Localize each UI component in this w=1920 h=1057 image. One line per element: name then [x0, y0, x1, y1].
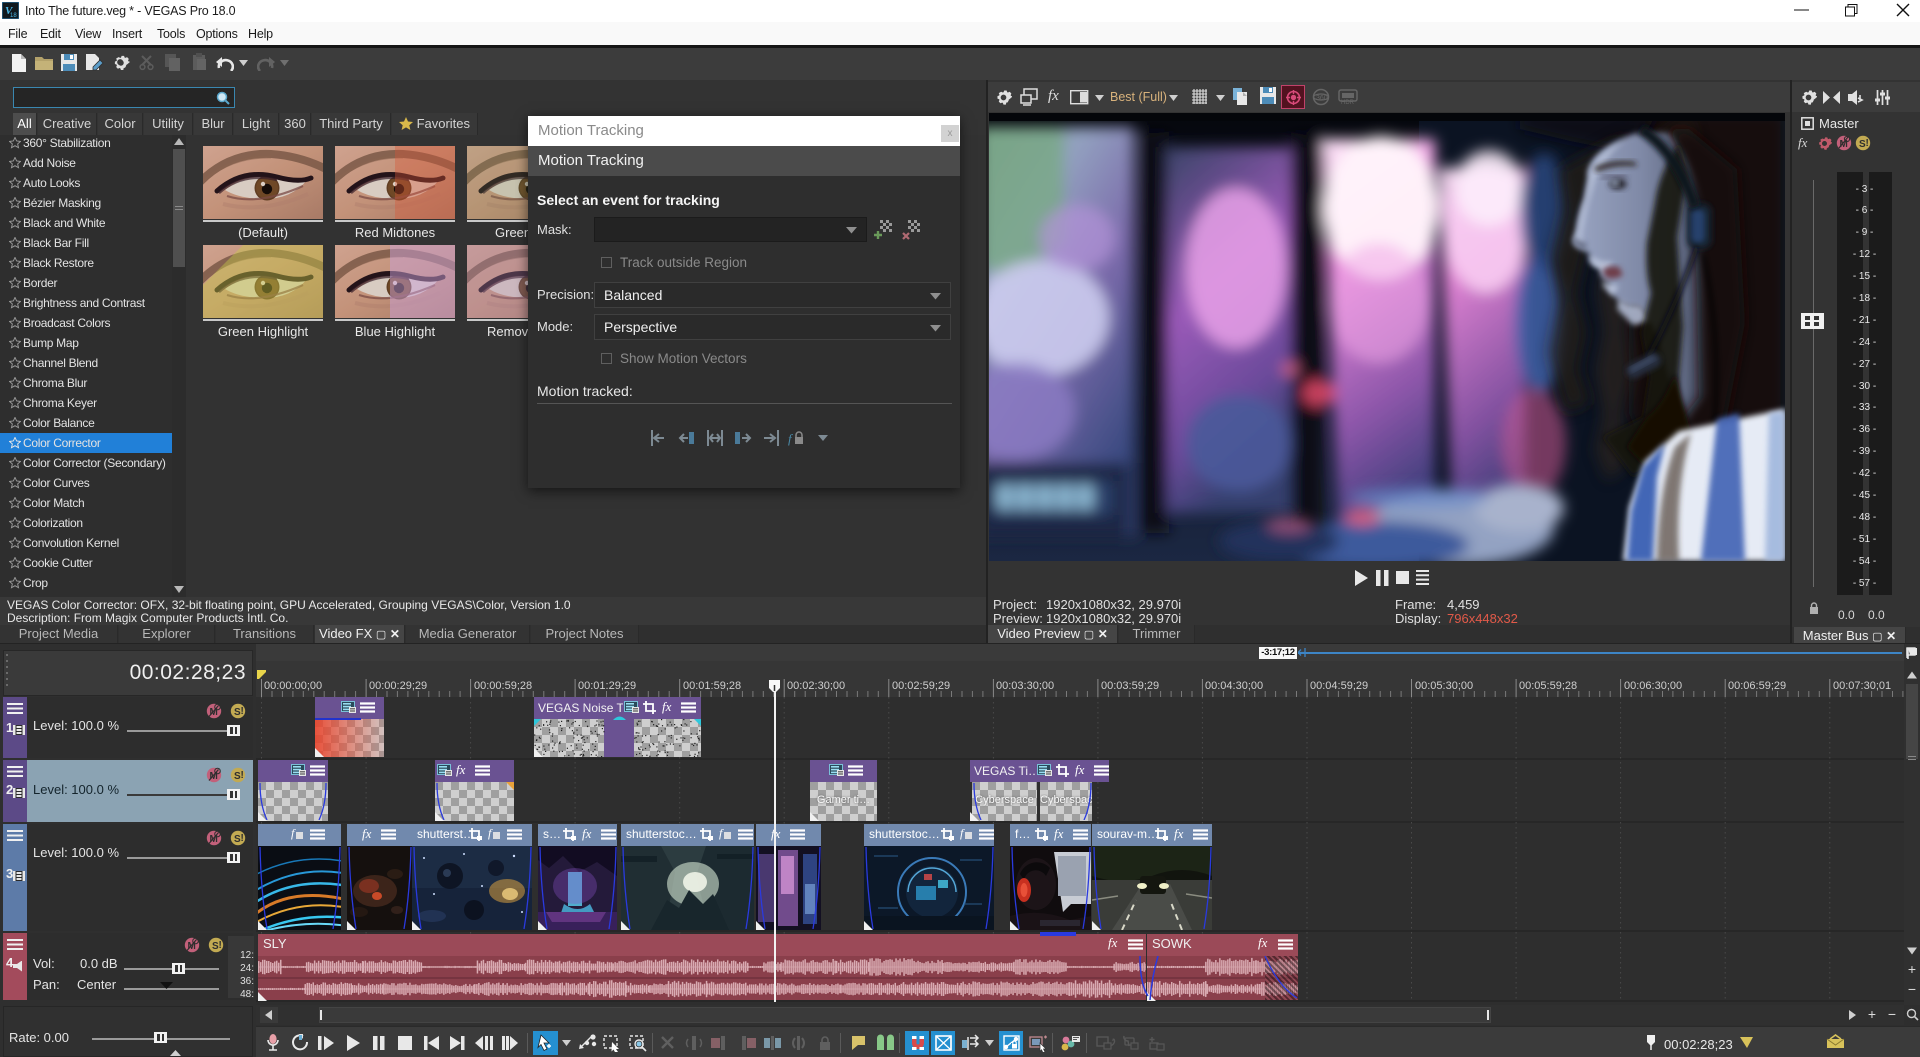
svg-text:M: M	[210, 771, 218, 782]
svg-text:00:03:30;00: 00:03:30;00	[996, 680, 1054, 692]
svg-text:00:02:59;29: 00:02:59;29	[892, 680, 950, 692]
svg-text:HDR: HDR	[1341, 100, 1355, 105]
svg-text:00:01:59;28: 00:01:59;28	[683, 680, 741, 692]
svg-text:M: M	[188, 941, 196, 952]
svg-text:00:04:59;29: 00:04:59;29	[1310, 680, 1368, 692]
svg-text:!: !	[241, 770, 244, 781]
svg-text:M: M	[210, 834, 218, 845]
svg-text:!: !	[241, 706, 244, 717]
svg-text:M: M	[1840, 139, 1848, 150]
svg-text:00:02:30;00: 00:02:30;00	[787, 680, 845, 692]
svg-text:00:03:59;29: 00:03:59;29	[1101, 680, 1159, 692]
svg-text:00:05:30;00: 00:05:30;00	[1415, 680, 1473, 692]
svg-text:00:07:30;01: 00:07:30;01	[1833, 680, 1891, 692]
svg-text:00:00:59;28: 00:00:59;28	[474, 680, 532, 692]
svg-text:f: f	[788, 431, 794, 446]
svg-text:!: !	[241, 833, 244, 844]
svg-text:00:06:30;00: 00:06:30;00	[1624, 680, 1682, 692]
svg-text:00:00:29;29: 00:00:29;29	[369, 680, 427, 692]
svg-text:360: 360	[1316, 95, 1328, 102]
svg-text:00:05:59;28: 00:05:59;28	[1519, 680, 1577, 692]
svg-text:00:04:30;00: 00:04:30;00	[1205, 680, 1263, 692]
svg-text:M: M	[210, 707, 218, 718]
svg-text:00:00:00;00: 00:00:00;00	[264, 680, 322, 692]
svg-text:00:06:59;29: 00:06:59;29	[1728, 680, 1786, 692]
svg-text:!: !	[219, 940, 222, 951]
svg-text:18: 18	[10, 13, 17, 19]
svg-text:00:01:29;29: 00:01:29;29	[578, 680, 636, 692]
svg-text:!: !	[1866, 138, 1869, 149]
